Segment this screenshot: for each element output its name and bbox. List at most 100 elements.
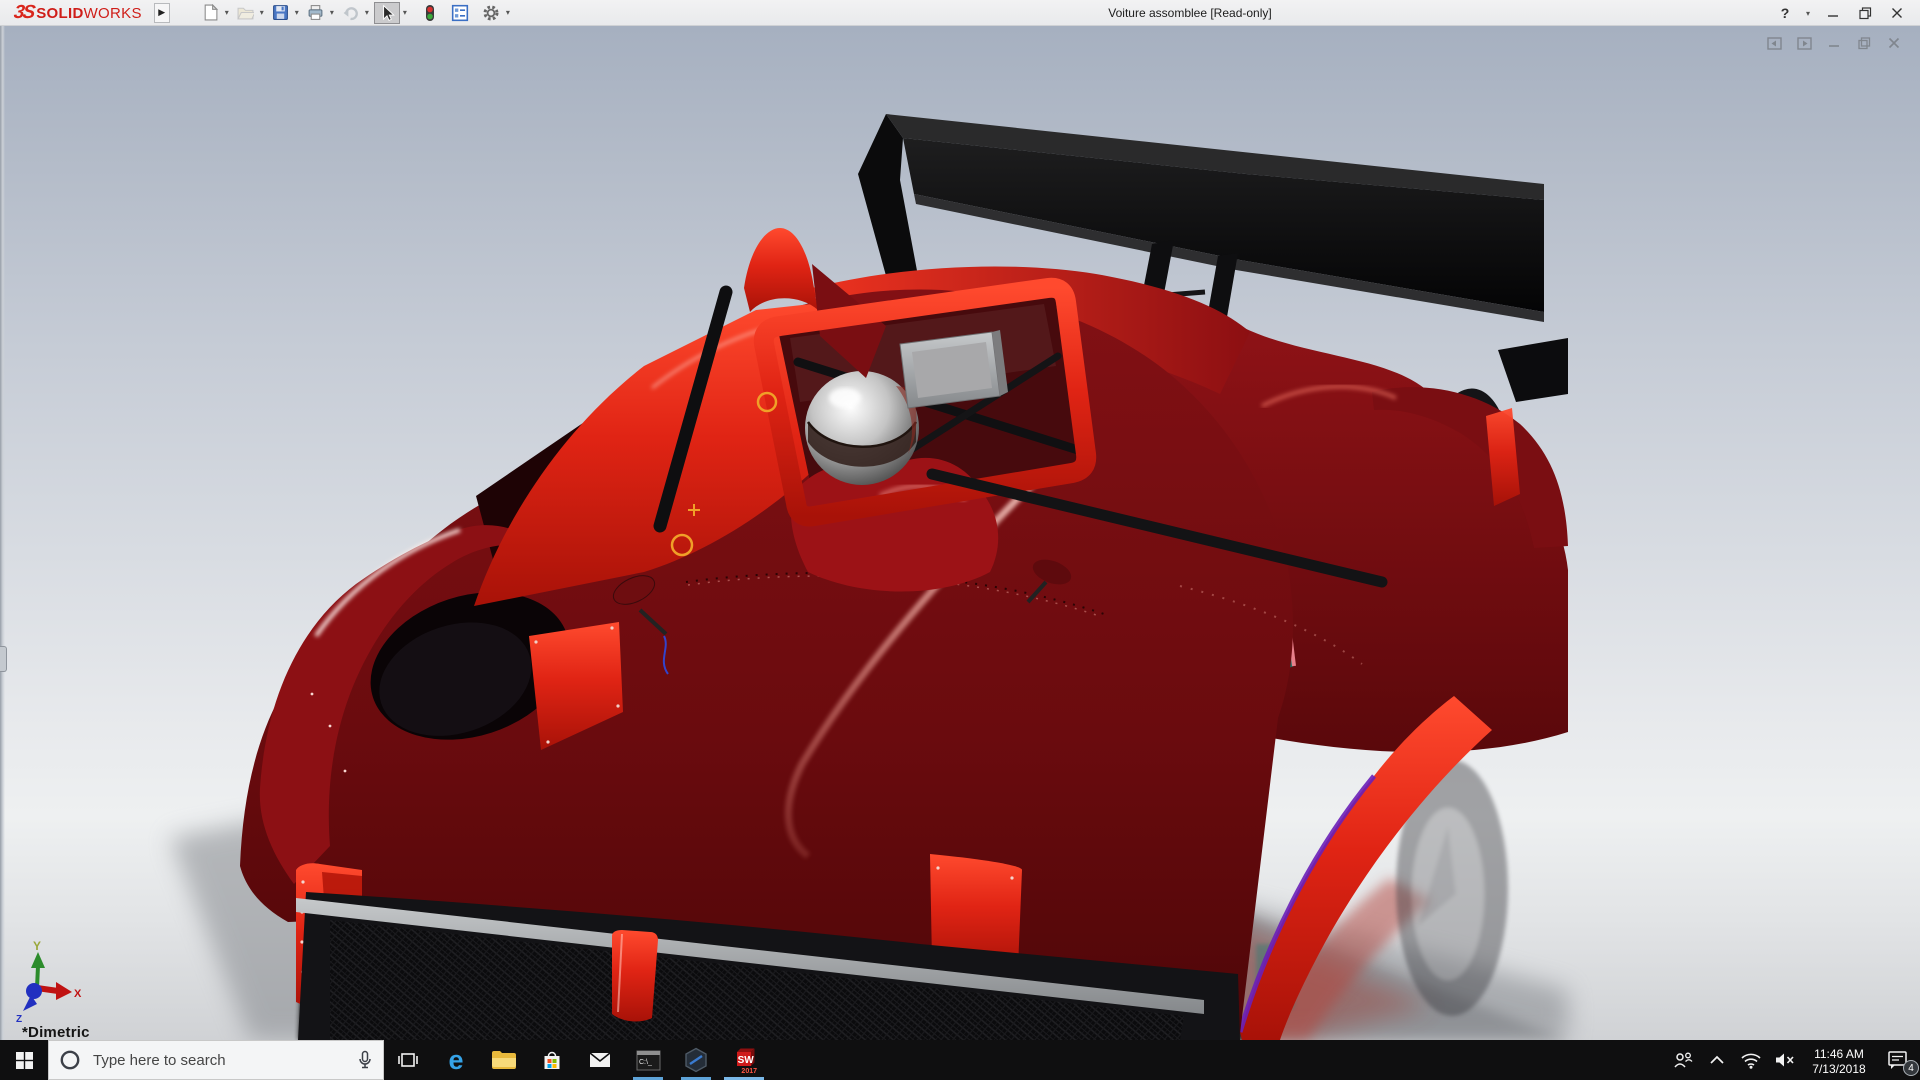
- file-properties-button[interactable]: [448, 2, 472, 24]
- dropdown-arrow-icon[interactable]: ▾: [365, 8, 369, 17]
- sw-glyph: SW: [738, 1055, 755, 1066]
- dropdown-arrow-icon[interactable]: ▾: [403, 8, 407, 17]
- taskbar-clock[interactable]: 11:46 AM 7/13/2018: [1802, 1043, 1876, 1077]
- start-button[interactable]: [0, 1040, 48, 1080]
- edge-icon: e: [448, 1047, 463, 1074]
- solidworks-logo: 3S SOLID WORKS: [0, 2, 150, 24]
- doc-restore-icon: [1858, 37, 1871, 50]
- document-window-controls: [1764, 34, 1904, 52]
- roll-hoop: [744, 228, 818, 312]
- hidden-icons-button[interactable]: [1700, 1040, 1734, 1080]
- save-floppy-icon: [272, 4, 289, 21]
- volume-muted-icon: [1774, 1052, 1796, 1068]
- dropdown-arrow-icon[interactable]: ▾: [330, 8, 334, 17]
- dropdown-arrow-icon[interactable]: ▾: [260, 8, 264, 17]
- dropdown-arrow-icon[interactable]: ▾: [225, 8, 229, 17]
- store-icon: [540, 1048, 564, 1072]
- orientation-triad: Y X Z: [16, 939, 82, 1025]
- graphics-viewport[interactable]: Y X Z *Dimetric: [0, 26, 1920, 1040]
- traffic-light-icon: [422, 4, 438, 22]
- close-icon: [1891, 7, 1903, 19]
- brand-text-works: WORKS: [84, 5, 142, 22]
- people-icon: [1672, 1050, 1694, 1070]
- gear-icon: [482, 4, 500, 22]
- 3d-model-canvas[interactable]: Y X Z: [0, 26, 1920, 1040]
- clock-date: 7/13/2018: [1802, 1062, 1876, 1077]
- clock-time: 11:46 AM: [1802, 1047, 1876, 1062]
- new-document-button[interactable]: [199, 2, 222, 24]
- featuremanager-splitter-tab[interactable]: [0, 646, 7, 672]
- doc-restore-button[interactable]: [1854, 34, 1874, 52]
- select-cursor-icon: [378, 4, 396, 22]
- pane-left-button[interactable]: [1764, 34, 1784, 52]
- cortana-icon: [59, 1049, 81, 1071]
- save-button[interactable]: [269, 2, 292, 24]
- menu-flyout-button[interactable]: ▶: [154, 3, 170, 23]
- axis-label-x: X: [74, 988, 82, 1000]
- brand-text-solid: SOLID: [36, 5, 83, 22]
- doc-close-icon: [1888, 37, 1900, 49]
- taskbar-search[interactable]: [48, 1040, 384, 1080]
- options-button[interactable]: [479, 2, 503, 24]
- undo-arrow-icon: [342, 4, 359, 21]
- quick-access-toolbar: ▾ ▾ ▾ ▾ ▾ ▾ ▾: [198, 2, 514, 24]
- new-document-icon: [202, 4, 219, 21]
- volume-button[interactable]: [1768, 1040, 1802, 1080]
- window-controls: ? ▾: [1772, 0, 1910, 26]
- axis-label-y: Y: [33, 939, 41, 953]
- hexagon-app-icon: [683, 1047, 709, 1073]
- store-button[interactable]: [528, 1040, 576, 1080]
- notification-badge: 4: [1903, 1060, 1919, 1076]
- pane-right-button[interactable]: [1794, 34, 1814, 52]
- file-properties-icon: [451, 4, 469, 22]
- mail-button[interactable]: [576, 1040, 624, 1080]
- titlebar: 3S SOLID WORKS ▶ ▾ ▾ ▾ ▾ ▾ ▾: [0, 0, 1920, 26]
- undo-button[interactable]: [339, 2, 362, 24]
- system-tray: 11:46 AM 7/13/2018 4: [1666, 1040, 1920, 1080]
- people-button[interactable]: [1666, 1040, 1700, 1080]
- solidworks-2017-icon: SW 2017: [730, 1046, 758, 1074]
- minimize-icon: [1827, 7, 1839, 19]
- help-button[interactable]: ?: [1772, 2, 1798, 24]
- restore-icon: [1859, 7, 1872, 20]
- print-button[interactable]: [304, 2, 327, 24]
- task-view-button[interactable]: [384, 1040, 432, 1080]
- pane-right-icon: [1797, 37, 1812, 50]
- file-explorer-icon: [491, 1049, 517, 1071]
- restore-button[interactable]: [1852, 2, 1878, 24]
- network-button[interactable]: [1734, 1040, 1768, 1080]
- doc-minimize-button[interactable]: [1824, 34, 1844, 52]
- command-prompt-button[interactable]: C:\_: [624, 1040, 672, 1080]
- open-folder-icon: [237, 4, 254, 21]
- edge-button[interactable]: e: [432, 1040, 480, 1080]
- featuremanager-collapsed-edge: [0, 26, 5, 1040]
- dropdown-arrow-icon[interactable]: ▾: [506, 8, 510, 17]
- hexagon-app-button[interactable]: [672, 1040, 720, 1080]
- view-orientation-label: *Dimetric: [22, 1024, 90, 1040]
- search-input[interactable]: [91, 1051, 347, 1070]
- desktop-screen: 3S SOLID WORKS ▶ ▾ ▾ ▾ ▾ ▾ ▾: [0, 0, 1920, 1080]
- taskbar-empty-space: [768, 1040, 1666, 1080]
- wifi-icon: [1740, 1051, 1762, 1069]
- windows-logo-icon: [16, 1052, 33, 1069]
- dassault-logo-icon: 3S: [12, 2, 34, 24]
- minimize-button[interactable]: [1820, 2, 1846, 24]
- file-explorer-button[interactable]: [480, 1040, 528, 1080]
- doc-close-button[interactable]: [1884, 34, 1904, 52]
- microphone-icon[interactable]: [357, 1050, 373, 1070]
- select-tool-button[interactable]: [374, 2, 400, 24]
- dropdown-arrow-icon[interactable]: ▾: [295, 8, 299, 17]
- window-title: Voiture assomblee [Read-only]: [1000, 6, 1380, 20]
- help-dropdown-icon[interactable]: ▾: [1806, 9, 1810, 18]
- windows-taskbar: e C:\_ SW 2017: [0, 1040, 1920, 1080]
- solidworks-button[interactable]: SW 2017: [720, 1040, 768, 1080]
- open-button[interactable]: [234, 2, 257, 24]
- doc-minimize-icon: [1828, 37, 1840, 49]
- close-button[interactable]: [1884, 2, 1910, 24]
- print-icon: [307, 4, 324, 21]
- command-prompt-icon: C:\_: [636, 1050, 661, 1071]
- rebuild-button[interactable]: [419, 2, 441, 24]
- action-center-button[interactable]: 4: [1876, 1040, 1920, 1080]
- task-view-icon: [397, 1050, 419, 1070]
- cmd-glyph: C:\_: [639, 1059, 652, 1066]
